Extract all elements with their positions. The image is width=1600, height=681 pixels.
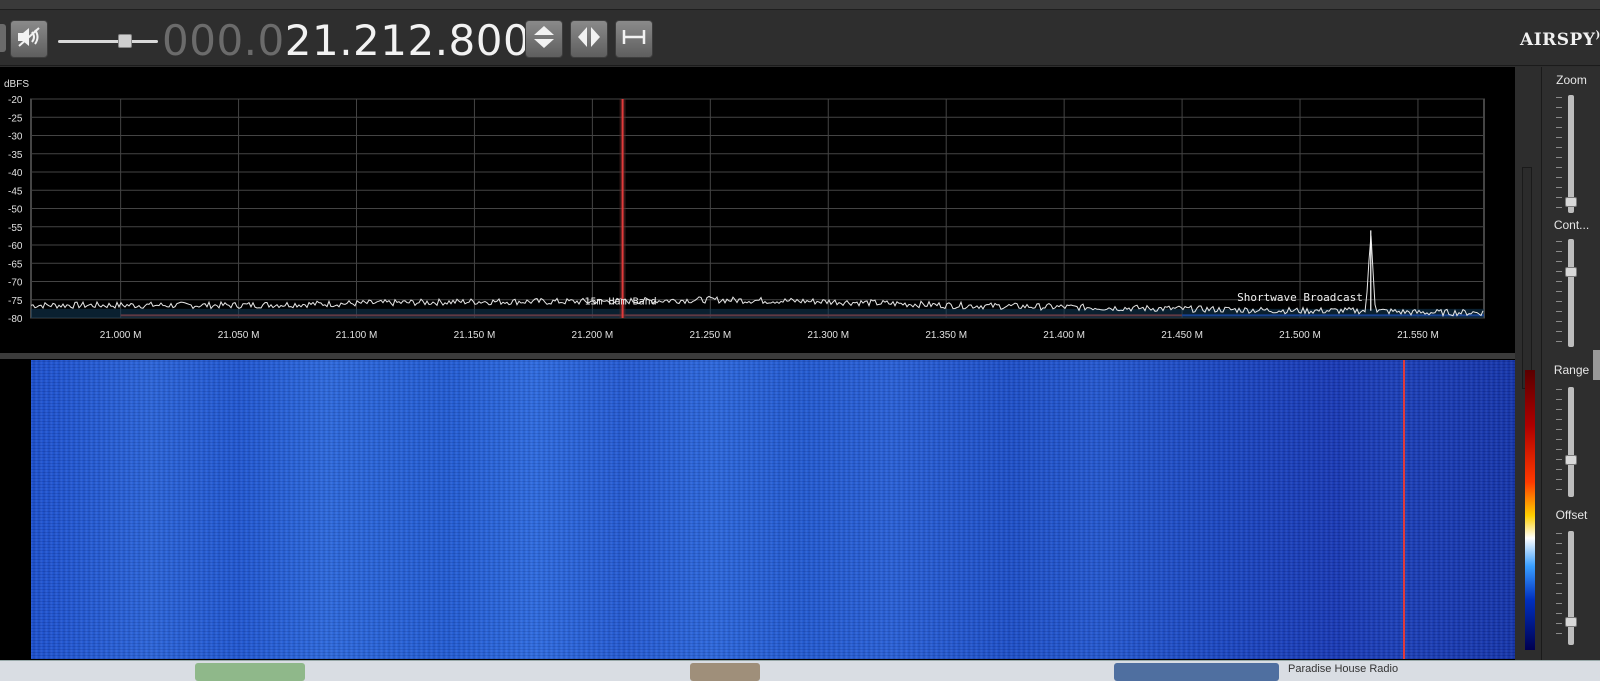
y-tick-label: -35 (8, 150, 23, 161)
range-slider-thumb[interactable] (1565, 455, 1577, 465)
signal-arc-icon: ))) (1595, 30, 1600, 41)
sdr-receiver-window: 000.021.212.800 AIRSPY dBFS -20 -25 -30 … (0, 0, 1600, 681)
frequency-value: 21.212.800 (284, 16, 531, 65)
speaker-mute-icon (16, 25, 42, 54)
offset-slider-thumb[interactable] (1565, 617, 1577, 627)
taskbar: Paradise House Radio (0, 660, 1600, 681)
taskbar-thumbnail[interactable] (690, 663, 760, 681)
offset-label: Offset (1555, 508, 1588, 522)
zoom-ticks (1556, 97, 1562, 217)
y-tick-label: -80 (8, 314, 23, 325)
y-tick-label: -70 (8, 278, 23, 289)
spectrum-chart[interactable]: dBFS -20 -25 -30 -35 -40 -45 -50 -55 -60 -65 -70 -75… (0, 67, 1515, 353)
center-tune-button[interactable] (570, 20, 608, 58)
x-tick-label: 21.450 M (1161, 330, 1203, 341)
volume-track (58, 40, 158, 43)
x-tick-label: 21.050 M (218, 330, 260, 341)
zoom-slider[interactable] (1568, 95, 1574, 213)
taskbar-thumbnail[interactable] (1114, 663, 1279, 681)
zoom-slider-thumb[interactable] (1565, 197, 1577, 207)
span-icon (621, 27, 647, 52)
x-tick-label: 21.350 M (925, 330, 967, 341)
airspy-logo: AIRSPY))) (1520, 30, 1600, 50)
tune-left-right-icon (575, 24, 603, 55)
range-ticks (1556, 389, 1562, 499)
spectrum-analyzer[interactable]: dBFS -20 -25 -30 -35 -40 -45 -50 -55 -60 -65 -70 -75… (0, 67, 1532, 389)
taskbar-thumbnail[interactable] (195, 663, 305, 681)
waterfall-colorbar (1525, 370, 1535, 650)
noise-floor-fill (31, 308, 1484, 318)
frequency-display[interactable]: 000.021.212.800 (162, 16, 530, 66)
span-button[interactable] (615, 20, 653, 58)
x-tick-label: 21.000 M (100, 330, 142, 341)
y-tick-label: -55 (8, 223, 23, 234)
spectrum-scrollbar[interactable] (1522, 167, 1532, 389)
x-tick-label: 21.550 M (1397, 330, 1439, 341)
volume-slider[interactable] (58, 34, 158, 50)
y-tick-label: -65 (8, 259, 23, 270)
y-tick-label: -75 (8, 296, 23, 307)
mute-button[interactable] (10, 20, 48, 58)
offset-ticks (1556, 533, 1562, 643)
band-label: 15m Ham Band (584, 296, 656, 307)
toolbar: 000.021.212.800 AIRSPY (0, 10, 1600, 66)
x-tick-label: 21.500 M (1279, 330, 1321, 341)
contrast-ticks (1556, 241, 1562, 351)
tune-up-down-icon (531, 23, 557, 56)
y-tick-label: -50 (8, 205, 23, 216)
y-tick-label: -60 (8, 241, 23, 252)
zoom-label: Zoom (1556, 73, 1587, 87)
waterfall-texture (31, 360, 1515, 659)
taskbar-text: Paradise House Radio (1288, 663, 1399, 675)
x-tick-label: 21.300 M (807, 330, 849, 341)
logo-text: AIRSPY (1520, 30, 1596, 50)
contrast-slider[interactable] (1568, 239, 1574, 347)
y-tick-label: -45 (8, 186, 23, 197)
panel-scrollbar-thumb[interactable] (1593, 350, 1600, 380)
y-tick-label: -30 (8, 132, 23, 143)
range-label: Range (1553, 363, 1590, 377)
contrast-slider-thumb[interactable] (1565, 267, 1577, 277)
tune-step-button[interactable] (525, 20, 563, 58)
x-tick-label: 21.400 M (1043, 330, 1085, 341)
volume-thumb[interactable] (118, 34, 132, 48)
waterfall-display[interactable] (0, 359, 1515, 660)
x-tick-label: 21.150 M (454, 330, 496, 341)
offset-slider[interactable] (1568, 531, 1574, 645)
x-tick-label: 21.250 M (689, 330, 731, 341)
x-tick-label: 21.200 M (572, 330, 614, 341)
band-label: Shortwave Broadcast (1237, 291, 1363, 304)
contrast-label: Cont... (1553, 218, 1590, 232)
range-slider[interactable] (1568, 387, 1574, 497)
frequency-leading-digits: 000.0 (162, 16, 285, 65)
waterfall-signal-trace (1403, 360, 1405, 659)
collapse-handle[interactable] (0, 24, 6, 52)
y-tick-label: -40 (8, 168, 23, 179)
display-controls-panel: Zoom Cont... Range Offset (1541, 67, 1600, 660)
window-top-strip (0, 0, 1600, 10)
y-tick-label: -25 (8, 113, 23, 124)
y-tick-label: -20 (8, 95, 23, 106)
y-unit-label: dBFS (4, 79, 29, 90)
x-tick-label: 21.100 M (336, 330, 378, 341)
